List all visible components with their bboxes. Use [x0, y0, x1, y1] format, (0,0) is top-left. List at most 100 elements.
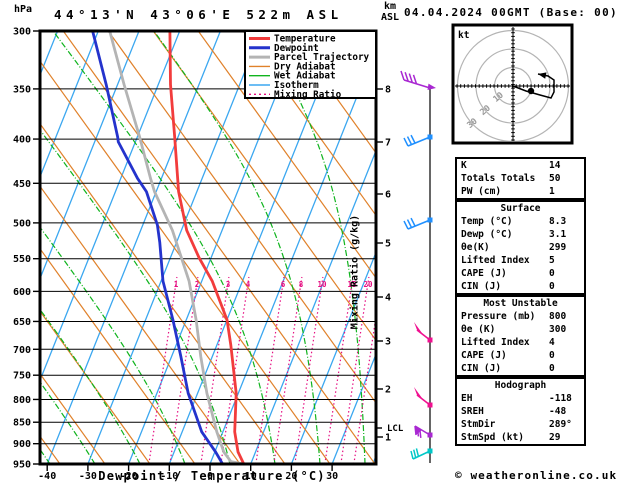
km-tick-label: 4: [385, 293, 391, 304]
index-value: 0: [549, 281, 555, 292]
km-tick-label: 7: [385, 138, 391, 149]
wind-barb-column: [400, 70, 436, 463]
index-label: PW (cm): [461, 186, 502, 197]
page-title: 44°13'N 43°06'E 522m ASL: [54, 7, 343, 22]
mixing-ratio-value-label: 2: [195, 280, 200, 289]
index-row: CAPE (J) 0: [457, 267, 584, 280]
index-label: Pressure (mb): [461, 311, 536, 322]
wind-barb-dot: [427, 432, 433, 438]
km-tick-label: 5: [385, 239, 391, 250]
index-value: 4: [549, 337, 555, 348]
hodograph: 102030kt: [451, 23, 574, 145]
wet-adiabat-line: [430, 32, 455, 464]
pressure-tick-label: 850: [13, 418, 31, 429]
barb-feather: [403, 220, 409, 230]
barb-feather: [410, 134, 416, 144]
indices-group: Surface Temp (°C) 8.3 Dewp (°C) 3.1 θe(K) 299 L…: [455, 200, 586, 295]
mixing-ratio-value-label: 6: [281, 280, 286, 289]
index-label: K: [461, 160, 467, 171]
index-row: CAPE (J) 0: [457, 349, 584, 362]
index-value: 5: [549, 255, 555, 266]
index-label: Lifted Index: [461, 337, 530, 348]
mixing-ratio-value-label: 8: [299, 280, 304, 289]
km-tick-label: 6: [385, 190, 391, 201]
pressure-tick-label: 750: [13, 371, 31, 382]
wind-barb-dot: [427, 134, 433, 140]
wind-barb-dot: [427, 402, 433, 408]
index-label: Temp (°C): [461, 216, 513, 227]
index-value: 300: [549, 324, 567, 335]
index-row: θe (K) 300: [457, 323, 584, 336]
index-label: CAPE (J): [461, 350, 507, 361]
index-row: CIN (J) 0: [457, 362, 584, 375]
datetime-label: 04.04.2024 00GMT (Base: 00): [404, 6, 618, 19]
index-value: 1: [549, 186, 555, 197]
mixing-ratio-axis-label: Mixing Ratio (g/kg): [349, 214, 361, 330]
pressure-tick-label: 550: [13, 254, 31, 265]
pressure-tick-label: 900: [13, 439, 31, 450]
index-value: 289°: [549, 419, 572, 430]
mixing-ratio-value-label: 10: [317, 280, 327, 289]
index-label: CAPE (J): [461, 268, 507, 279]
index-row: Lifted Index 4: [457, 336, 584, 349]
index-row: StmSpd (kt) 29: [457, 431, 584, 444]
wind-barb: [403, 134, 433, 147]
index-row: Lifted Index 5: [457, 254, 584, 267]
wind-barb-dot: [427, 337, 433, 343]
index-label: StmSpd (kt): [461, 432, 524, 443]
pressure-tick-label: 500: [13, 218, 31, 229]
x-axis-label: Dewpoint / Temperature (°C): [98, 469, 326, 483]
index-value: 3.1: [549, 229, 567, 240]
indices-group: Hodograph EH -118 SREH -48 StmDir 289° StmSpd (…: [455, 377, 586, 446]
altitude-axis-unit: km ASL: [380, 1, 400, 23]
mixing-ratio-value-label: 3: [226, 280, 231, 289]
index-row: Dewp (°C) 3.1: [457, 228, 584, 241]
barb-feather: [406, 136, 413, 145]
km-tick-label: 2: [385, 385, 391, 396]
pressure-tick-label: 800: [13, 395, 31, 406]
index-value: 800: [549, 311, 567, 322]
wind-barb-dot: [427, 448, 433, 454]
index-label: CIN (J): [461, 281, 502, 292]
km-tick-label: 3: [385, 337, 391, 348]
indices-group-title: Most Unstable: [483, 298, 558, 309]
indices-group-title: Surface: [500, 203, 541, 214]
indices-panel: K 14 Totals Totals 50 PW (cm) 1 Surface Temp (°…: [455, 157, 586, 446]
mixing-ratio-value-label: 4: [246, 280, 251, 289]
pressure-tick-label: 400: [13, 135, 31, 146]
index-value: -48: [549, 406, 567, 417]
barb-feather: [410, 217, 416, 227]
index-label: StmDir: [461, 419, 496, 430]
km-tick-label: 1: [385, 433, 391, 444]
index-label: CIN (J): [461, 363, 502, 374]
index-value: 299: [549, 242, 567, 253]
pressure-tick-label: 950: [13, 460, 31, 471]
index-value: 0: [549, 350, 555, 361]
index-row: SREH -48: [457, 405, 584, 418]
index-value: 14: [549, 160, 561, 171]
pressure-tick-label: 700: [13, 345, 31, 356]
pressure-axis-unit: hPa: [14, 4, 33, 15]
index-label: SREH: [461, 406, 484, 417]
indices-group: K 14 Totals Totals 50 PW (cm) 1: [455, 157, 586, 200]
index-row: StmDir 289°: [457, 418, 584, 431]
index-value: -118: [549, 393, 572, 404]
index-value: 50: [549, 173, 561, 184]
chart-legend: TemperatureDewpointParcel TrajectoryDry …: [244, 30, 377, 100]
legend-label: Mixing Ratio: [274, 89, 342, 100]
index-value: 0: [549, 268, 555, 279]
wind-barb: [403, 217, 433, 230]
index-row: Pressure (mb) 800: [457, 310, 584, 323]
barb-feather: [400, 70, 405, 81]
mixing-ratio-line: [294, 276, 324, 463]
indices-group: Most Unstable Pressure (mb) 800 θe (K) 300 Li…: [455, 295, 586, 377]
wet-adiabat-line: [587, 32, 590, 464]
index-row: EH -118: [457, 392, 584, 405]
lcl-label: LCL: [387, 424, 404, 434]
barb-feather: [410, 450, 414, 460]
index-label: θe (K): [461, 324, 496, 335]
index-row: Totals Totals 50: [457, 172, 584, 185]
barb-feather: [406, 219, 413, 228]
indices-group-title: Hodograph: [494, 380, 547, 391]
barb-feather: [415, 448, 420, 457]
